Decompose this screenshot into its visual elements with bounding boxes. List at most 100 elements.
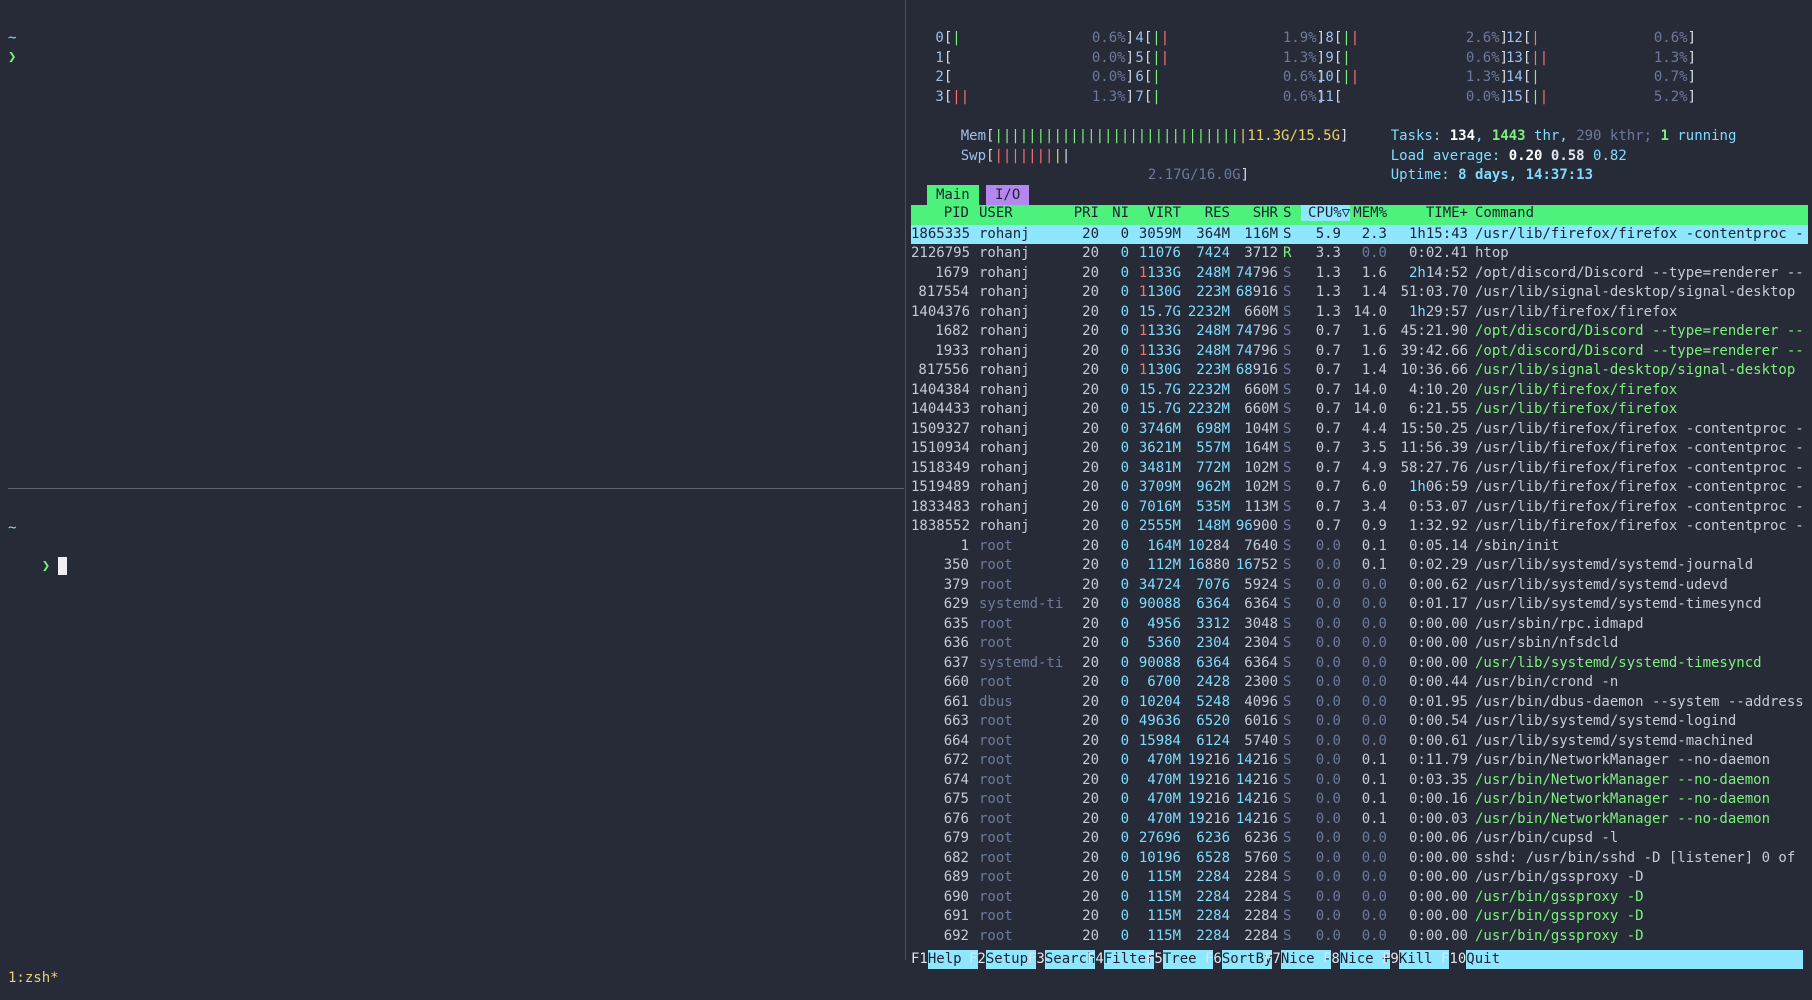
pane-divider[interactable] bbox=[8, 488, 904, 489]
process-row[interactable]: 691 root 20 0 115M 2284 2284 S 0.0 0.0 0:00.00/usr… bbox=[911, 907, 1808, 927]
fkey-f10[interactable]: F10Quit bbox=[1441, 950, 1804, 969]
cell-shr: 68916 bbox=[1235, 362, 1278, 378]
cpu-meter-10: 10[|| 1.3%] bbox=[1317, 69, 1508, 85]
cell-time: 0:00.00 bbox=[1408, 615, 1468, 632]
process-row[interactable]: 1679 rohanj 20 0 1133G 248M 74796 S 1.3 1.6 2h14:5… bbox=[911, 264, 1808, 284]
cell-shr: 6016 bbox=[1244, 713, 1278, 729]
cell-state: S bbox=[1283, 479, 1292, 495]
cell-res: 2284 bbox=[1196, 888, 1230, 905]
process-row[interactable]: 679 root 20 0 27696 6236 6236 S 0.0 0.0 0:00.06/us… bbox=[911, 829, 1808, 849]
cell-cpu: 0.7 bbox=[1315, 498, 1341, 515]
fkey-f3[interactable]: F3Search bbox=[1028, 950, 1096, 969]
cell-virt: 112M bbox=[1147, 557, 1181, 573]
fkey-f5[interactable]: F5Tree bbox=[1146, 950, 1214, 969]
process-row[interactable]: 629 systemd-ti 20 0 90088 6364 6364 S 0.0 0.0 0:01… bbox=[911, 595, 1808, 615]
cell-pri: 20 bbox=[1082, 284, 1099, 300]
cell-res: 557M bbox=[1196, 440, 1230, 456]
fkey-f6[interactable]: F6SortBy bbox=[1205, 950, 1273, 969]
col-time[interactable]: TIME+ bbox=[1391, 205, 1468, 221]
process-row[interactable]: 1933 rohanj 20 0 1133G 248M 74796 S 0.7 1.6 39:42.… bbox=[911, 342, 1808, 362]
cell-ni: 0 bbox=[1120, 440, 1129, 456]
fkey-f7[interactable]: F7Nice - bbox=[1264, 950, 1332, 969]
cell-res: 2428 bbox=[1196, 674, 1230, 690]
cell-mem: 0.1 bbox=[1361, 557, 1387, 573]
process-row[interactable]: 1519489 rohanj 20 0 3709M 962M 102M S 0.7 6.0 1h06… bbox=[911, 478, 1808, 498]
col-user[interactable]: USER bbox=[979, 205, 1013, 221]
htop-pane[interactable]: 0[| 0.6%] 1[0.0%] 2[0.0%] 3[|| 1.3%] 4[|| 1… bbox=[905, 0, 1812, 969]
process-row[interactable]: 2126795 rohanj 20 0 11076 7424 3712 R 3.3 0.0 0:02… bbox=[911, 244, 1808, 264]
process-row[interactable]: 689 root 20 0 115M 2284 2284 S 0.0 0.0 0:00.00/usr… bbox=[911, 868, 1808, 888]
col-virt[interactable]: VIRT bbox=[1131, 205, 1181, 221]
fkey-f9[interactable]: F9Kill bbox=[1382, 950, 1450, 969]
process-row[interactable]: 817556 rohanj 20 0 1130G 223M 68916 S 0.7 1.4 10:3… bbox=[911, 361, 1808, 381]
cpu-percent: 0.6% bbox=[1465, 49, 1500, 66]
process-row[interactable]: 1682 rohanj 20 0 1133G 248M 74796 S 0.7 1.6 45:21.… bbox=[911, 322, 1808, 342]
process-row[interactable]: 635 root 20 0 4956 3312 3048 S 0.0 0.0 0:00.00/usr… bbox=[911, 615, 1808, 635]
process-row[interactable]: 1404384 rohanj 20 0 15.7G 2232M 660M S 0.7 14.0 4:… bbox=[911, 381, 1808, 401]
cell-time: 39:42.66 bbox=[1400, 342, 1468, 359]
process-row[interactable]: 1 root 20 0 164M 10284 7640 S 0.0 0.1 0:05.14/sbin… bbox=[911, 537, 1808, 557]
process-row[interactable]: 636 root 20 0 5360 2304 2304 S 0.0 0.0 0:00.00/usr… bbox=[911, 634, 1808, 654]
tab-main[interactable]: Main bbox=[927, 185, 979, 205]
cell-cpu: 0.7 bbox=[1315, 518, 1341, 534]
process-row[interactable]: 1838552 rohanj 20 0 2555M 148M 96900 S 0.7 0.9 1:3… bbox=[911, 517, 1808, 537]
cell-time: 0:00.00 bbox=[1408, 654, 1468, 671]
col-pid[interactable]: PID bbox=[911, 205, 969, 221]
fkey-f8[interactable]: F8Nice + bbox=[1323, 950, 1391, 969]
process-row[interactable]: 676 root 20 0 470M 19216 14216 S 0.0 0.1 0:00.03/u… bbox=[911, 810, 1808, 830]
process-row[interactable]: 1833483 rohanj 20 0 7016M 535M 113M S 0.7 3.4 0:53… bbox=[911, 498, 1808, 518]
cell-pri: 20 bbox=[1082, 518, 1099, 534]
process-row[interactable]: 672 root 20 0 470M 19216 14216 S 0.0 0.1 0:11.79/u… bbox=[911, 751, 1808, 771]
cell-pri: 20 bbox=[1082, 342, 1099, 359]
col-cpu-sorted[interactable]: CPU%▽ bbox=[1301, 205, 1350, 221]
cell-user: root bbox=[979, 869, 1013, 885]
process-row[interactable]: 675 root 20 0 470M 19216 14216 S 0.0 0.1 0:00.16/u… bbox=[911, 790, 1808, 810]
fkey-f2[interactable]: F2Setup bbox=[969, 950, 1037, 969]
tmux-status-window[interactable]: 1:zsh* bbox=[8, 970, 59, 986]
process-row[interactable]: 1404376 rohanj 20 0 15.7G 2232M 660M S 1.3 14.0 1h… bbox=[911, 303, 1808, 323]
cell-user: rohanj bbox=[979, 420, 1030, 437]
process-row[interactable]: 661 dbus 20 0 10204 5248 4096 S 0.0 0.0 0:01.95/us… bbox=[911, 693, 1808, 713]
col-pri[interactable]: PRI bbox=[1071, 205, 1099, 221]
terminal-left-pane[interactable]: ~ ❯ ~ ❯ bbox=[0, 0, 905, 960]
fkey-f4[interactable]: F4Filter bbox=[1087, 950, 1155, 969]
cell-cpu: 0.0 bbox=[1315, 752, 1341, 768]
process-row[interactable]: 1510934 rohanj 20 0 3621M 557M 164M S 0.7 3.5 11:5… bbox=[911, 439, 1808, 459]
process-row[interactable]: 1404433 rohanj 20 0 15.7G 2232M 660M S 0.7 14.0 6:… bbox=[911, 400, 1808, 420]
col-ni[interactable]: NI bbox=[1103, 205, 1129, 221]
cell-virt: 2555M bbox=[1138, 518, 1181, 534]
cell-pri: 20 bbox=[1082, 810, 1099, 827]
col-command[interactable]: Command bbox=[1475, 205, 1534, 221]
cell-cpu: 0.0 bbox=[1315, 693, 1341, 710]
process-row[interactable]: 674 root 20 0 470M 19216 14216 S 0.0 0.1 0:03.35/u… bbox=[911, 771, 1808, 791]
col-state[interactable]: S bbox=[1283, 205, 1291, 221]
cell-pri: 20 bbox=[1082, 479, 1099, 495]
cell-time: 0:00.00 bbox=[1408, 908, 1468, 924]
cell-user: rohanj bbox=[979, 264, 1030, 281]
cell-mem: 0.0 bbox=[1361, 635, 1387, 651]
cell-mem: 3.5 bbox=[1361, 440, 1387, 456]
process-row[interactable]: 663 root 20 0 49636 6520 6016 S 0.0 0.0 0:00.54/us… bbox=[911, 712, 1808, 732]
process-row[interactable]: 379 root 20 0 34724 7076 5924 S 0.0 0.0 0:00.62/us… bbox=[911, 576, 1808, 596]
process-row[interactable]: 682 root 20 0 10196 6528 5760 S 0.0 0.0 0:00.00 ssh… bbox=[911, 849, 1808, 869]
tab-io[interactable]: I/O bbox=[986, 185, 1030, 205]
cell-virt: 470M bbox=[1147, 752, 1181, 768]
process-row[interactable]: 664 root 20 0 15984 6124 5740 S 0.0 0.0 0:00.61/us… bbox=[911, 732, 1808, 752]
cell-res: 2232M bbox=[1187, 303, 1230, 320]
process-row[interactable]: 637 systemd-ti 20 0 90088 6364 6364 S 0.0 0.0 0:00… bbox=[911, 654, 1808, 674]
prompt-line-bottom[interactable]: ❯ bbox=[8, 538, 68, 575]
process-row[interactable]: 692 root 20 0 115M 2284 2284 S 0.0 0.0 0:00.00/usr… bbox=[911, 927, 1808, 947]
cpu-meter-15: 15[|| 5.2%] bbox=[1506, 88, 1696, 105]
process-row[interactable]: 350 root 20 0 112M 16880 16752 S 0.0 0.1 0:02.29/u… bbox=[911, 556, 1808, 576]
process-row[interactable]: 1518349 rohanj 20 0 3481M 772M 102M S 0.7 4.9 58:2… bbox=[911, 459, 1808, 479]
col-mem[interactable]: MEM% bbox=[1351, 205, 1387, 221]
process-row[interactable]: 690 root 20 0 115M 2284 2284 S 0.0 0.0 0:00.00/usr… bbox=[911, 888, 1808, 908]
process-row[interactable]: 1865335 rohanj 20 0 3059M 364M 116M S 5.9 2.3 1h15… bbox=[911, 224, 1808, 244]
process-row[interactable]: 817554 rohanj 20 0 1130G 223M 68916 S 1.3 1.4 51:0… bbox=[911, 283, 1808, 303]
process-row[interactable]: 1509327 rohanj 20 0 3746M 698M 104M S 0.7 4.4 15:5… bbox=[911, 420, 1808, 440]
process-row[interactable]: 660 root 20 0 6700 2428 2300 S 0.0 0.0 0:00.44/usr… bbox=[911, 673, 1808, 693]
cell-user: rohanj bbox=[979, 459, 1030, 476]
col-res[interactable]: RES bbox=[1184, 205, 1230, 221]
cell-time: 1h06:59 bbox=[1408, 479, 1468, 495]
col-shr[interactable]: SHR bbox=[1233, 205, 1278, 221]
